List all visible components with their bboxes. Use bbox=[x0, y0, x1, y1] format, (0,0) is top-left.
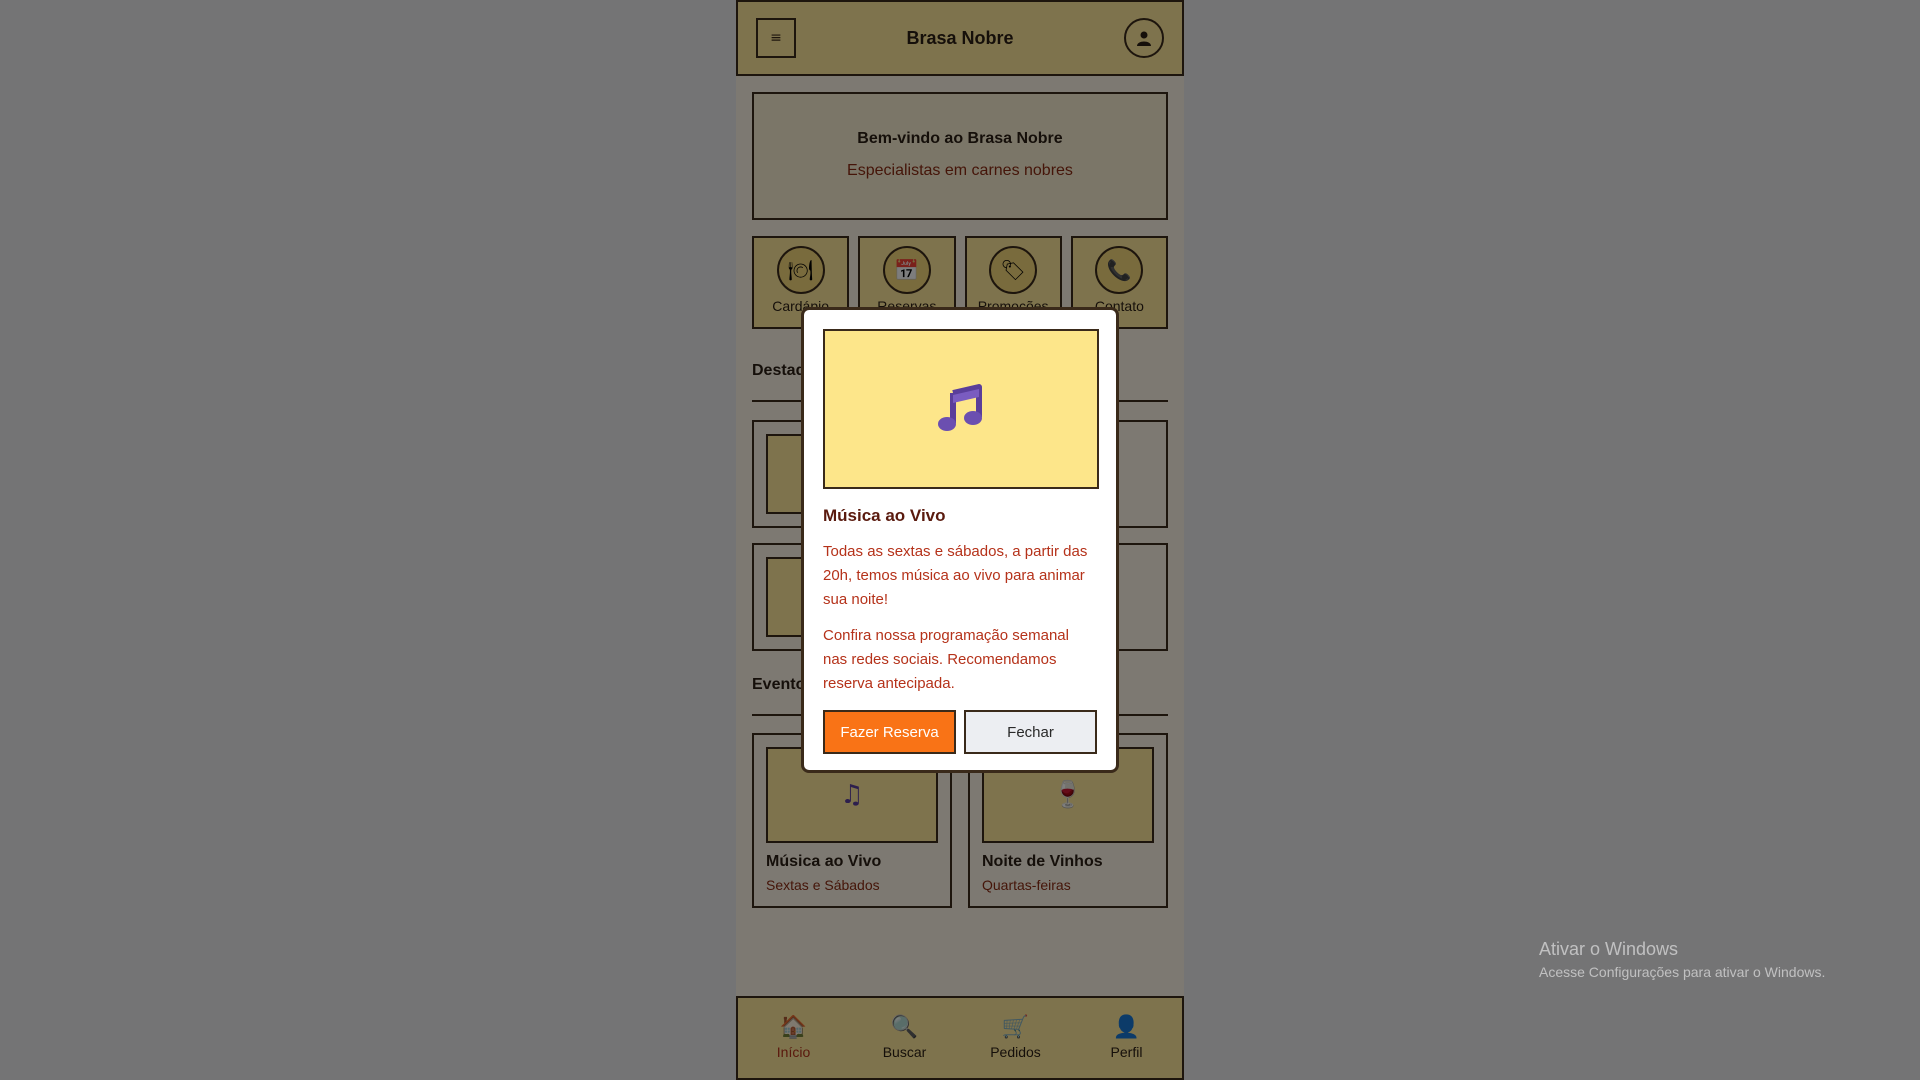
make-reservation-button[interactable]: Fazer Reserva bbox=[823, 710, 956, 754]
modal-note: Confira nossa programação semanal nas re… bbox=[823, 627, 1069, 692]
music-note-icon bbox=[938, 384, 982, 431]
windows-activation-watermark: Ativar o Windows Acesse Configurações pa… bbox=[1539, 939, 1825, 980]
event-modal: Música ao Vivo Todas as sextas e sábados… bbox=[801, 307, 1119, 773]
modal-actions: Fazer Reserva Fechar bbox=[823, 710, 1097, 754]
close-button[interactable]: Fechar bbox=[964, 710, 1097, 754]
modal-image bbox=[823, 329, 1099, 489]
watermark-title: Ativar o Windows bbox=[1539, 939, 1679, 959]
watermark-subtitle: Acesse Configurações para ativar o Windo… bbox=[1539, 964, 1826, 980]
modal-title: Música ao Vivo bbox=[823, 506, 946, 525]
modal-description: Todas as sextas e sábados, a partir das … bbox=[823, 543, 1088, 608]
